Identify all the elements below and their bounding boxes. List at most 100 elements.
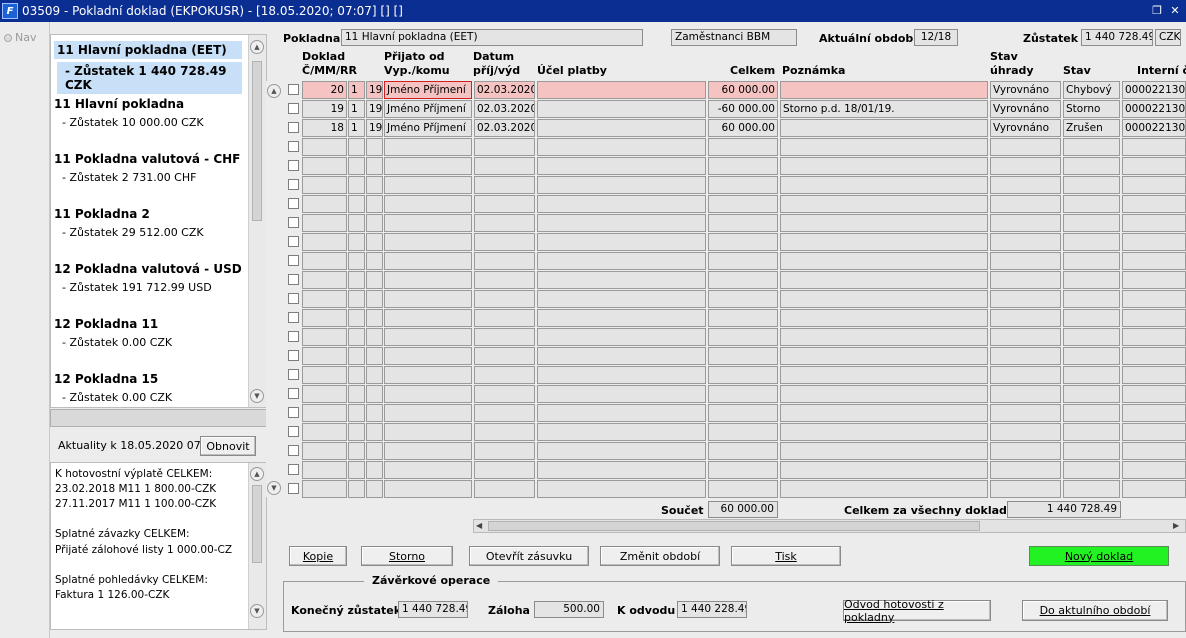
- purpose-cell[interactable]: [537, 461, 706, 479]
- row-checkbox[interactable]: [288, 274, 299, 285]
- payment-status-cell[interactable]: [990, 461, 1061, 479]
- amount-cell[interactable]: -60 000.00: [708, 100, 778, 118]
- doc-month-cell[interactable]: [348, 214, 365, 232]
- doc-month-cell[interactable]: [348, 271, 365, 289]
- amount-cell[interactable]: [708, 252, 778, 270]
- purpose-cell[interactable]: [537, 157, 706, 175]
- status-cell[interactable]: [1063, 347, 1120, 365]
- payment-status-cell[interactable]: [990, 138, 1061, 156]
- purpose-cell[interactable]: [537, 252, 706, 270]
- status-cell[interactable]: [1063, 157, 1120, 175]
- amount-cell[interactable]: [708, 480, 778, 498]
- period-field[interactable]: 12/18: [914, 29, 958, 46]
- payment-status-cell[interactable]: [990, 214, 1061, 232]
- scroll-right-icon[interactable]: ▶: [1173, 521, 1183, 531]
- doc-year-cell[interactable]: [366, 404, 383, 422]
- status-cell[interactable]: [1063, 404, 1120, 422]
- internal-number-cell[interactable]: [1122, 252, 1186, 270]
- note-cell[interactable]: [780, 233, 988, 251]
- amount-cell[interactable]: [708, 404, 778, 422]
- note-cell[interactable]: [780, 328, 988, 346]
- doc-number-cell[interactable]: [302, 157, 347, 175]
- amount-cell[interactable]: [708, 423, 778, 441]
- note-cell[interactable]: [780, 290, 988, 308]
- amount-cell[interactable]: [708, 195, 778, 213]
- received-from-cell[interactable]: [384, 233, 472, 251]
- status-cell[interactable]: [1063, 252, 1120, 270]
- status-cell[interactable]: Storno: [1063, 100, 1120, 118]
- purpose-cell[interactable]: [537, 328, 706, 346]
- payment-status-cell[interactable]: [990, 309, 1061, 327]
- date-cell[interactable]: [474, 347, 535, 365]
- scroll-down-icon[interactable]: ▼: [250, 604, 264, 618]
- doc-number-cell[interactable]: [302, 195, 347, 213]
- doc-year-cell[interactable]: [366, 385, 383, 403]
- internal-number-cell[interactable]: [1122, 480, 1186, 498]
- status-cell[interactable]: [1063, 138, 1120, 156]
- received-from-cell[interactable]: [384, 176, 472, 194]
- doc-month-cell[interactable]: [348, 385, 365, 403]
- note-cell[interactable]: [780, 385, 988, 403]
- date-cell[interactable]: [474, 442, 535, 460]
- note-cell[interactable]: [780, 138, 988, 156]
- doc-year-cell[interactable]: [366, 328, 383, 346]
- doc-number-cell[interactable]: [302, 233, 347, 251]
- date-cell[interactable]: 02.03.2020: [474, 81, 535, 99]
- purpose-cell[interactable]: [537, 480, 706, 498]
- news-scrollbar[interactable]: ▲ ▼: [248, 463, 266, 629]
- scroll-thumb[interactable]: [488, 521, 980, 531]
- payment-status-cell[interactable]: [990, 366, 1061, 384]
- doc-month-cell[interactable]: [348, 233, 365, 251]
- status-cell[interactable]: [1063, 195, 1120, 213]
- scroll-up-icon[interactable]: ▲: [250, 40, 264, 54]
- doc-month-cell[interactable]: [348, 290, 365, 308]
- internal-number-cell[interactable]: [1122, 404, 1186, 422]
- note-cell[interactable]: [780, 271, 988, 289]
- doc-month-cell[interactable]: [348, 480, 365, 498]
- status-cell[interactable]: [1063, 480, 1120, 498]
- amount-cell[interactable]: [708, 290, 778, 308]
- purpose-cell[interactable]: [537, 290, 706, 308]
- scroll-up-icon[interactable]: ▲: [250, 467, 264, 481]
- received-from-cell[interactable]: [384, 366, 472, 384]
- amount-cell[interactable]: [708, 328, 778, 346]
- doc-number-cell[interactable]: [302, 290, 347, 308]
- amount-cell[interactable]: [708, 385, 778, 403]
- cashbox-field[interactable]: 11 Hlavní pokladna (EET): [341, 29, 643, 46]
- payment-status-cell[interactable]: [990, 442, 1061, 460]
- doc-year-cell[interactable]: [366, 461, 383, 479]
- date-cell[interactable]: [474, 461, 535, 479]
- date-cell[interactable]: [474, 366, 535, 384]
- internal-number-cell[interactable]: [1122, 328, 1186, 346]
- row-checkbox[interactable]: [288, 426, 299, 437]
- doc-year-cell[interactable]: [366, 195, 383, 213]
- purpose-cell[interactable]: [537, 119, 706, 137]
- row-checkbox[interactable]: [288, 217, 299, 228]
- internal-number-cell[interactable]: [1122, 347, 1186, 365]
- purpose-cell[interactable]: [537, 385, 706, 403]
- date-cell[interactable]: 02.03.2020: [474, 100, 535, 118]
- doc-year-cell[interactable]: [366, 423, 383, 441]
- print-button[interactable]: Tisk: [731, 546, 841, 566]
- amount-cell[interactable]: [708, 309, 778, 327]
- internal-number-cell[interactable]: [1122, 461, 1186, 479]
- storno-button[interactable]: Storno: [361, 546, 453, 566]
- row-checkbox[interactable]: [288, 160, 299, 171]
- cash-transfer-button[interactable]: Odvod hotovosti z pokladny: [843, 598, 991, 624]
- note-cell[interactable]: [780, 119, 988, 137]
- status-cell[interactable]: [1063, 290, 1120, 308]
- current-period-button[interactable]: Do aktulního období: [1022, 600, 1168, 621]
- purpose-cell[interactable]: [537, 442, 706, 460]
- received-from-cell[interactable]: [384, 271, 472, 289]
- doc-year-cell[interactable]: [366, 214, 383, 232]
- status-cell[interactable]: [1063, 309, 1120, 327]
- doc-number-cell[interactable]: [302, 385, 347, 403]
- date-cell[interactable]: 02.03.2020: [474, 119, 535, 137]
- amount-cell[interactable]: [708, 461, 778, 479]
- cashbox-item[interactable]: 12 Pokladna 15 - Zůstatek 0.00 CZK: [54, 372, 242, 404]
- doc-year-cell[interactable]: [366, 442, 383, 460]
- note-cell[interactable]: [780, 347, 988, 365]
- received-from-cell[interactable]: [384, 423, 472, 441]
- doc-month-cell[interactable]: 1: [348, 81, 365, 99]
- date-cell[interactable]: [474, 404, 535, 422]
